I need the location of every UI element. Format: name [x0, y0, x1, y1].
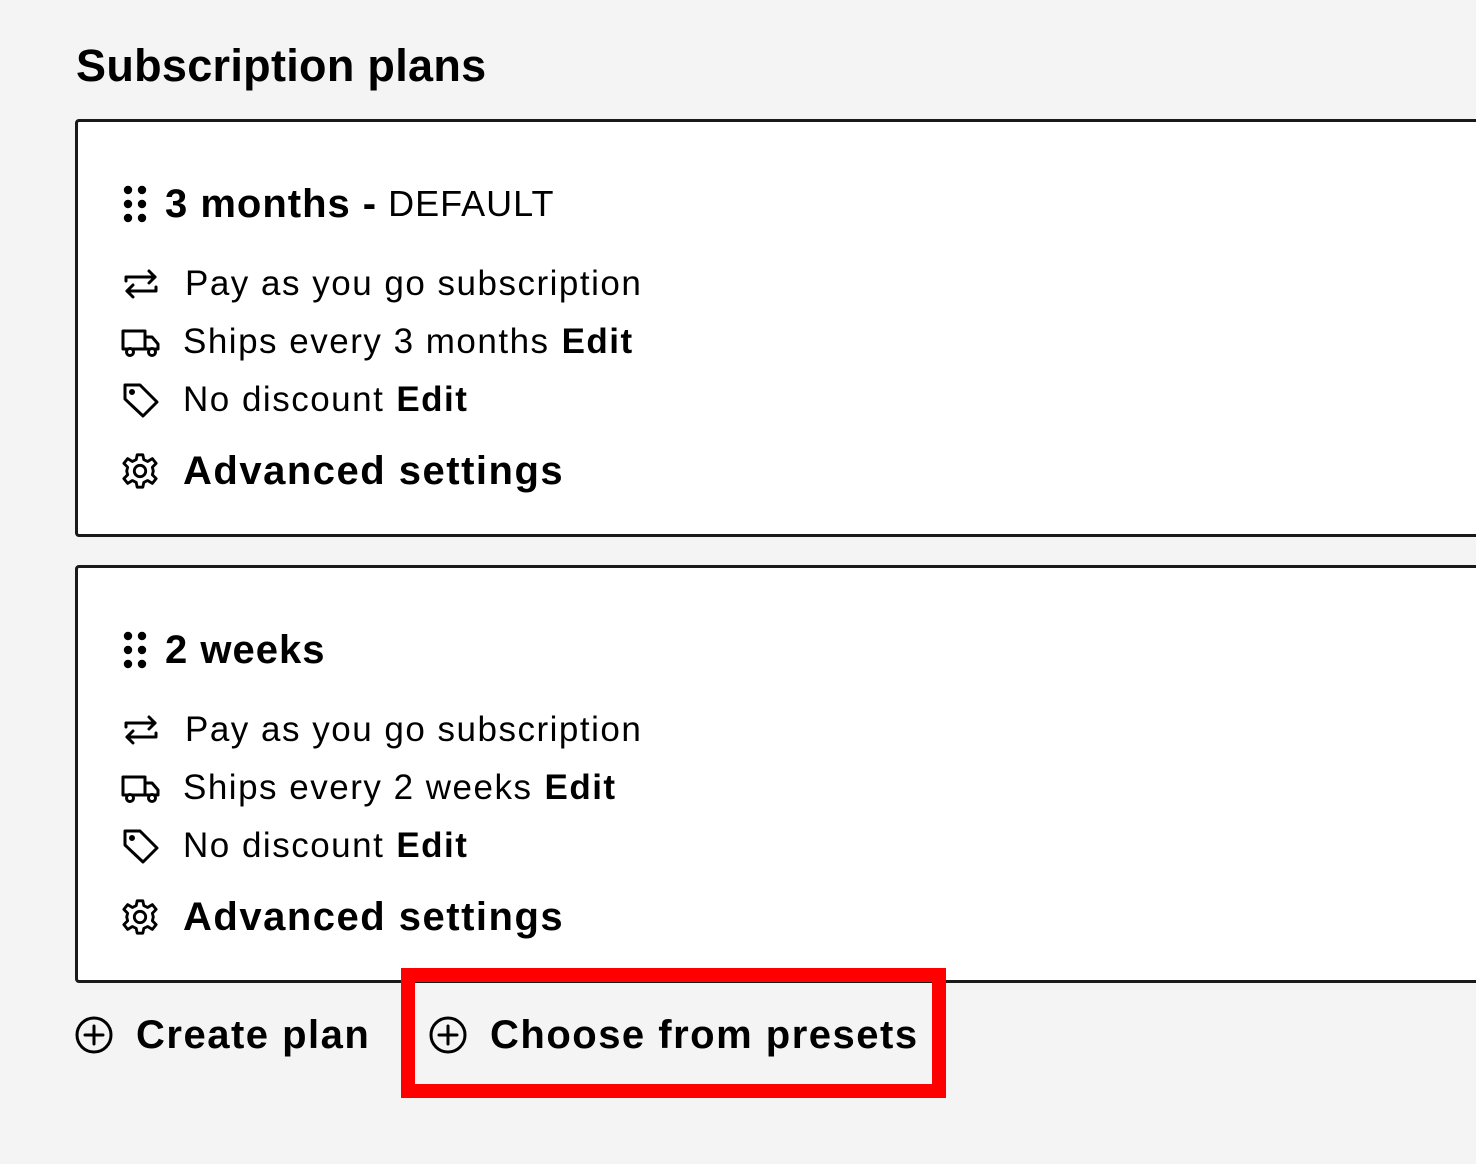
advanced-settings-button[interactable]: Advanced settings — [121, 894, 564, 940]
plan-card: 2 weeks Pay as you go subscription Ships… — [75, 565, 1476, 983]
plus-circle-icon — [75, 1016, 113, 1054]
create-plan-label: Create plan — [136, 1012, 371, 1057]
default-badge: DEFAULT — [388, 183, 555, 224]
payment-text: Pay as you go subscription — [185, 710, 643, 749]
gear-icon — [122, 899, 158, 935]
payment-row: Pay as you go subscription — [121, 262, 642, 306]
plan-name-separator: - — [362, 181, 377, 226]
edit-shipping-link[interactable]: Edit — [544, 768, 616, 808]
advanced-settings-label: Advanced settings — [183, 448, 565, 493]
page-title: Subscription plans — [76, 40, 487, 91]
drag-handle-icon[interactable] — [121, 184, 149, 224]
discount-text: No discount — [183, 380, 385, 419]
payment-row: Pay as you go subscription — [121, 708, 642, 752]
create-plan-button[interactable]: Create plan — [74, 1010, 370, 1060]
tag-icon — [123, 829, 159, 864]
discount-row: No discount Edit — [121, 378, 468, 422]
advanced-settings-label: Advanced settings — [183, 894, 565, 939]
choose-from-presets-button[interactable]: Choose from presets — [428, 1010, 919, 1060]
repeat-icon — [124, 269, 158, 299]
truck-icon — [121, 329, 160, 357]
discount-text: No discount — [183, 826, 385, 865]
edit-shipping-link[interactable]: Edit — [562, 322, 634, 362]
tag-icon — [123, 383, 159, 418]
repeat-icon — [124, 715, 158, 745]
gear-icon — [122, 453, 158, 489]
plan-header: 3 months - DEFAULT — [121, 182, 555, 226]
edit-discount-link[interactable]: Edit — [396, 380, 468, 420]
plan-card: 3 months - DEFAULT Pay as you go subscri… — [75, 119, 1476, 537]
plan-name: 2 weeks — [165, 627, 326, 672]
shipping-text: Ships every 3 months — [183, 322, 550, 361]
shipping-row: Ships every 3 months Edit — [121, 320, 634, 364]
plan-name: 3 months — [165, 181, 351, 226]
choose-from-presets-label: Choose from presets — [490, 1012, 919, 1057]
drag-handle-icon[interactable] — [121, 630, 149, 670]
plan-header: 2 weeks — [121, 628, 325, 672]
discount-row: No discount Edit — [121, 824, 468, 868]
plus-circle-icon — [429, 1016, 467, 1054]
truck-icon — [121, 775, 160, 803]
shipping-text: Ships every 2 weeks — [183, 768, 533, 807]
edit-discount-link[interactable]: Edit — [396, 826, 468, 866]
advanced-settings-button[interactable]: Advanced settings — [121, 448, 564, 494]
payment-text: Pay as you go subscription — [185, 264, 643, 303]
shipping-row: Ships every 2 weeks Edit — [121, 766, 617, 810]
